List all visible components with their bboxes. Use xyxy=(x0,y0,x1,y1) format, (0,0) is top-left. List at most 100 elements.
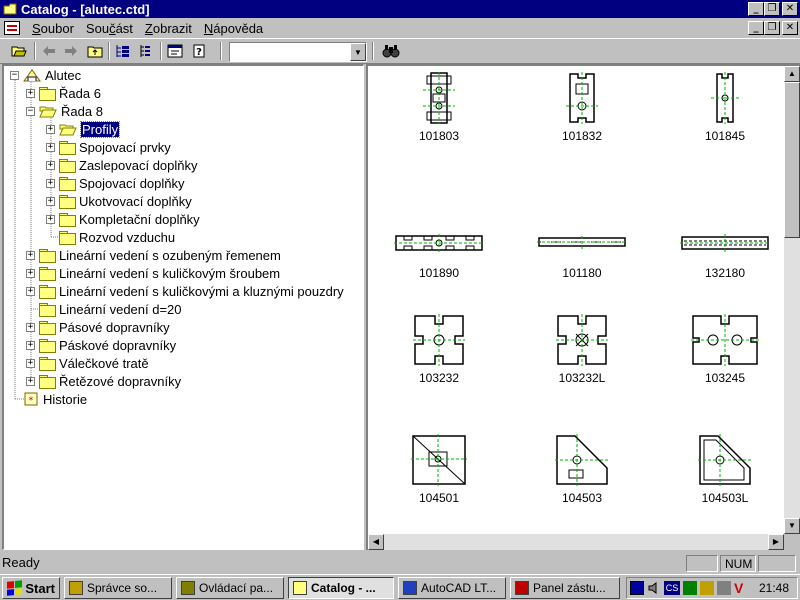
doc-close-button[interactable]: ✕ xyxy=(782,21,798,35)
taskbar-task[interactable]: AutoCAD LT... xyxy=(398,577,506,599)
doc-minimize-button[interactable]: _ xyxy=(748,21,764,35)
speaker-icon[interactable] xyxy=(647,581,661,595)
back-button[interactable] xyxy=(38,42,60,60)
vertical-scrollbar[interactable]: ▲ ▼ xyxy=(784,66,800,534)
tree-node[interactable]: Lineární vedení d=20 xyxy=(26,300,182,318)
tree-node[interactable]: + Profily xyxy=(46,120,121,138)
catalog-app-icon[interactable] xyxy=(3,2,17,16)
title-bar[interactable]: Catalog - [alutec.ctd] _ ❐ ✕ xyxy=(0,0,800,18)
scroll-left-button[interactable]: ◀ xyxy=(368,534,384,550)
expand-icon[interactable]: + xyxy=(46,142,55,152)
help-button[interactable]: ? xyxy=(188,42,210,60)
expand-icon[interactable]: + xyxy=(26,286,35,296)
monitor-icon[interactable] xyxy=(630,581,644,595)
expand-icon[interactable]: + xyxy=(26,268,35,278)
properties-button[interactable] xyxy=(164,42,186,60)
find-button[interactable] xyxy=(380,42,402,60)
tree-node[interactable]: + Válečkové tratě xyxy=(26,354,149,372)
tree-node[interactable]: + Řada 6 xyxy=(26,84,101,102)
restore-button[interactable]: ❐ xyxy=(764,2,780,16)
tree-node-label: Páskové dopravníky xyxy=(59,337,177,353)
taskbar-task-label: AutoCAD LT... xyxy=(421,581,497,595)
expand-icon[interactable]: + xyxy=(46,160,55,170)
profile-item[interactable]: 103245 xyxy=(660,312,790,385)
taskbar-task[interactable]: Správce so... xyxy=(64,577,172,599)
tool-icon[interactable] xyxy=(717,581,731,595)
menu-zobrazit[interactable]: Zobrazit xyxy=(139,21,198,36)
scroll-up-button[interactable]: ▲ xyxy=(784,66,800,82)
tree-node[interactable]: * Historie xyxy=(10,390,87,408)
tree-node[interactable]: + Páskové dopravníky xyxy=(26,336,176,354)
scroll-down-button[interactable]: ▼ xyxy=(784,518,800,534)
up-folder-button[interactable] xyxy=(84,42,106,60)
tree-node[interactable]: + Ukotvovací doplňky xyxy=(46,192,192,210)
menu-napoveda[interactable]: Nápověda xyxy=(198,21,269,36)
profile-item[interactable]: 132180 xyxy=(660,196,790,280)
expand-icon[interactable]: + xyxy=(26,88,35,98)
tree-node[interactable]: + Lineární vedení s kuličkovým šroubem xyxy=(26,264,280,282)
profile-item[interactable]: 101803 xyxy=(374,70,504,143)
profile-gallery[interactable]: 101803 101832 101845 101890 101180 132180 1032… xyxy=(366,64,800,550)
tree-node[interactable]: + Pásové dopravníky xyxy=(26,318,170,336)
profile-item[interactable]: 104503L xyxy=(660,432,790,505)
expand-icon[interactable]: + xyxy=(46,214,55,224)
horizontal-scrollbar[interactable]: ◀ ▶ xyxy=(368,534,784,550)
tree-node[interactable]: + Zaslepovací doplňky xyxy=(46,156,198,174)
expand-icon[interactable]: + xyxy=(46,124,55,134)
profile-item[interactable]: 104503 xyxy=(517,432,647,505)
expand-icon[interactable]: + xyxy=(46,196,55,206)
profile-item[interactable]: 101845 xyxy=(660,70,790,143)
expand-icon[interactable]: + xyxy=(26,250,35,260)
combo-dropdown-button[interactable]: ▼ xyxy=(350,43,366,61)
catalog-tree[interactable]: − Alutec + Řada 6 − Řada 8 + Profily + Spojovací … xyxy=(2,64,364,550)
profile-item[interactable]: 103232L xyxy=(517,312,647,385)
menu-soubor[interactable]: Soubor xyxy=(26,21,80,36)
tree-node[interactable]: + Kompletační doplňky xyxy=(46,210,200,228)
start-button[interactable]: Start xyxy=(2,577,60,599)
tree-node[interactable]: + Lineární vedení s kuličkovými a kluzným… xyxy=(26,282,344,300)
profile-item[interactable]: 103232 xyxy=(374,312,504,385)
profile-cross-section-icon xyxy=(556,314,608,366)
scroll-right-button[interactable]: ▶ xyxy=(768,534,784,550)
profile-item[interactable]: 101180 xyxy=(517,196,647,280)
profile-item[interactable]: 104501 xyxy=(374,432,504,505)
expand-icon[interactable]: + xyxy=(46,178,55,188)
tree-node[interactable]: + Spojovací prvky xyxy=(46,138,171,156)
tree-node[interactable]: + Lineární vedení s ozubeným řemenem xyxy=(26,246,281,264)
tree-node[interactable]: − Řada 8 xyxy=(26,102,103,120)
scroll-corner xyxy=(784,534,800,550)
tree-node[interactable]: − Alutec xyxy=(10,66,81,84)
forward-button[interactable] xyxy=(60,42,82,60)
antivirus-icon[interactable]: V xyxy=(734,581,748,595)
open-button[interactable] xyxy=(8,42,30,60)
network-icon[interactable] xyxy=(683,581,697,595)
language-cs-icon[interactable]: CS xyxy=(664,581,680,595)
taskbar-task[interactable]: Panel zástu... xyxy=(510,577,620,599)
vertical-scroll-thumb[interactable] xyxy=(784,82,800,238)
profile-item[interactable]: 101890 xyxy=(374,196,504,280)
expand-icon[interactable]: + xyxy=(26,322,35,332)
profile-code: 104503L xyxy=(701,491,749,505)
folder-icon xyxy=(39,87,56,101)
taskbar-task[interactable]: Catalog - ... xyxy=(288,577,394,599)
minimize-button[interactable]: _ xyxy=(748,2,764,16)
taskbar-task[interactable]: Ovládací pa... xyxy=(176,577,284,599)
printer-icon[interactable] xyxy=(700,581,714,595)
tree-node[interactable]: Rozvod vzduchu xyxy=(46,228,175,246)
doc-restore-button[interactable]: ❐ xyxy=(764,21,780,35)
close-button[interactable]: ✕ xyxy=(782,2,798,16)
expand-icon[interactable]: + xyxy=(26,376,35,386)
profile-item[interactable]: 101832 xyxy=(517,70,647,143)
expand-icon[interactable]: + xyxy=(26,358,35,368)
tree-node[interactable]: + Spojovací doplňky xyxy=(46,174,185,192)
tree-node[interactable]: + Řetězové dopravníky xyxy=(26,372,181,390)
search-combo[interactable]: ▼ xyxy=(229,42,367,62)
list-view-button[interactable] xyxy=(134,42,156,60)
menu-soucast[interactable]: Součást xyxy=(80,21,139,36)
tree-view-button[interactable] xyxy=(112,42,134,60)
document-icon[interactable] xyxy=(4,21,20,35)
profile-code: 103232L xyxy=(558,371,606,385)
collapse-icon[interactable]: − xyxy=(10,70,19,80)
expand-icon[interactable]: + xyxy=(26,340,35,350)
collapse-icon[interactable]: − xyxy=(26,106,35,116)
